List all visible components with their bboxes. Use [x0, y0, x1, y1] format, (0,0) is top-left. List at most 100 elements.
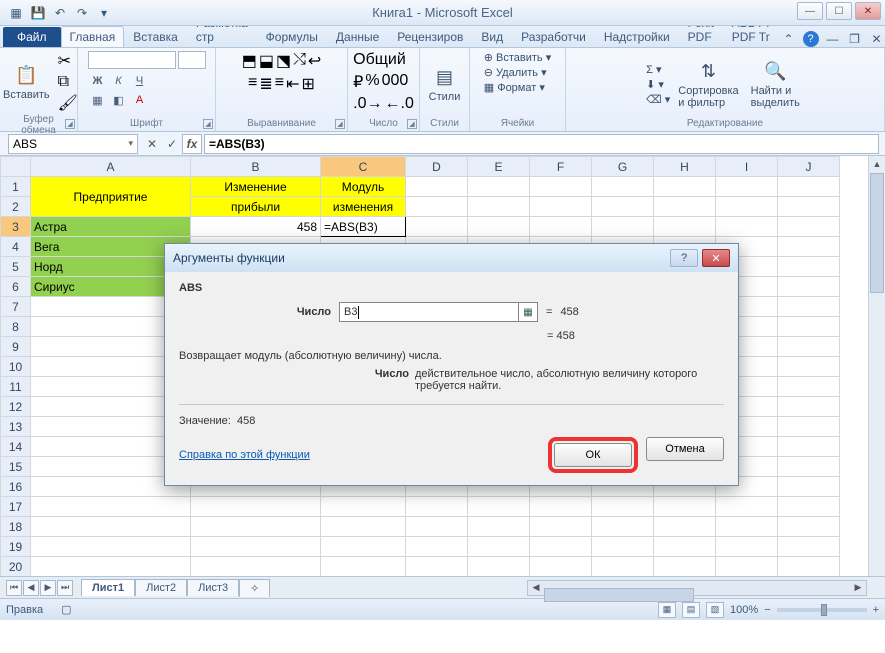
sort-filter-button[interactable]: ⇅Сортировка и фильтр [674, 57, 742, 111]
font-color-icon[interactable]: A [130, 91, 150, 109]
file-tab[interactable]: Файл [3, 27, 61, 47]
close-button[interactable]: ✕ [855, 2, 881, 20]
sheet-tab-3[interactable]: Лист3 [187, 579, 239, 596]
workbook-minimize-icon[interactable]: — [825, 31, 841, 47]
cell[interactable] [530, 217, 592, 237]
autosum-icon[interactable]: Σ ▾ [646, 63, 670, 76]
select-all-corner[interactable] [1, 157, 31, 177]
col-header-E[interactable]: E [468, 157, 530, 177]
clear-icon[interactable]: ⌫ ▾ [646, 93, 670, 106]
cell[interactable] [778, 497, 840, 517]
cell[interactable] [654, 177, 716, 197]
tab-developer[interactable]: Разработчи [512, 26, 595, 47]
cell[interactable] [716, 557, 778, 577]
row-header-10[interactable]: 10 [1, 357, 31, 377]
minimize-ribbon-icon[interactable]: ⌃ [781, 31, 797, 47]
font-family-select[interactable] [88, 51, 176, 69]
number-format-select[interactable]: Общий [353, 51, 413, 69]
number-launcher-icon[interactable]: ◢ [407, 119, 417, 129]
row-header-5[interactable]: 5 [1, 257, 31, 277]
sheet-tab-1[interactable]: Лист1 [81, 579, 135, 596]
cell[interactable] [654, 217, 716, 237]
cell[interactable] [778, 537, 840, 557]
tab-formulas[interactable]: Формулы [257, 26, 327, 47]
indent-dec-icon[interactable]: ⇤ [286, 74, 299, 94]
align-middle-icon[interactable]: ⬓ [259, 51, 274, 71]
currency-icon[interactable]: ₽ [353, 72, 363, 92]
cell[interactable] [778, 377, 840, 397]
cell[interactable] [468, 557, 530, 577]
underline-icon[interactable]: Ч [130, 72, 150, 90]
cells-insert-button[interactable]: ⊕ Вставить ▾ [484, 51, 552, 64]
col-header-F[interactable]: F [530, 157, 592, 177]
col-header-B[interactable]: B [191, 157, 321, 177]
align-top-icon[interactable]: ⬒ [242, 51, 257, 71]
row-header-7[interactable]: 7 [1, 297, 31, 317]
cell[interactable] [321, 497, 406, 517]
cancel-button[interactable]: Отмена [646, 437, 724, 461]
cell[interactable] [530, 497, 592, 517]
sheet-nav-first-icon[interactable]: ⏮ [6, 580, 22, 596]
cell[interactable] [778, 437, 840, 457]
merge-icon[interactable]: ⊞ [302, 74, 315, 94]
clipboard-launcher-icon[interactable]: ◢ [65, 119, 75, 129]
cell[interactable] [654, 537, 716, 557]
cell[interactable] [716, 197, 778, 217]
format-painter-icon[interactable]: 🖌 [58, 93, 78, 113]
cell[interactable] [406, 537, 468, 557]
header-profit-1[interactable]: Изменение [191, 177, 321, 197]
tab-review[interactable]: Рецензиров [388, 26, 472, 47]
cell[interactable] [716, 177, 778, 197]
save-icon[interactable]: 💾 [28, 3, 48, 23]
cell[interactable] [778, 297, 840, 317]
cell[interactable] [406, 197, 468, 217]
percent-icon[interactable]: % [365, 72, 379, 92]
cell[interactable] [191, 537, 321, 557]
row-header-1[interactable]: 1 [1, 177, 31, 197]
cell[interactable] [406, 557, 468, 577]
cell[interactable] [468, 197, 530, 217]
cell[interactable] [468, 217, 530, 237]
cell[interactable] [778, 177, 840, 197]
decimal-dec-icon[interactable]: ←.0 [385, 95, 414, 113]
row-header-14[interactable]: 14 [1, 437, 31, 457]
dialog-titlebar[interactable]: Аргументы функции ? ✕ [165, 244, 738, 272]
accept-formula-icon[interactable]: ✓ [162, 134, 182, 154]
scroll-right-icon[interactable]: ▶ [850, 581, 866, 595]
row-header-11[interactable]: 11 [1, 377, 31, 397]
cell-A3[interactable]: Астра [31, 217, 191, 237]
align-bottom-icon[interactable]: ⬔ [276, 51, 291, 71]
cell[interactable] [530, 557, 592, 577]
sheet-tab-2[interactable]: Лист2 [135, 579, 187, 596]
cell[interactable] [778, 457, 840, 477]
align-launcher-icon[interactable]: ◢ [335, 119, 345, 129]
row-header-2[interactable]: 2 [1, 197, 31, 217]
row-header-20[interactable]: 20 [1, 557, 31, 577]
row-header-4[interactable]: 4 [1, 237, 31, 257]
hscroll-thumb[interactable] [544, 588, 694, 602]
zoom-level[interactable]: 100% [730, 604, 758, 616]
tab-home[interactable]: Главная [61, 26, 125, 47]
row-header-6[interactable]: 6 [1, 277, 31, 297]
col-header-D[interactable]: D [406, 157, 468, 177]
col-header-H[interactable]: H [654, 157, 716, 177]
sheet-nav-next-icon[interactable]: ▶ [40, 580, 56, 596]
cells-delete-button[interactable]: ⊖ Удалить ▾ [484, 66, 547, 79]
col-header-A[interactable]: A [31, 157, 191, 177]
italic-icon[interactable]: К [109, 72, 129, 90]
cell[interactable] [778, 337, 840, 357]
cell[interactable] [778, 237, 840, 257]
name-box[interactable]: ABS▾ [8, 134, 138, 154]
header-enterprise[interactable]: Предприятие [31, 177, 191, 217]
dialog-help-icon[interactable]: ? [670, 249, 698, 267]
cell[interactable] [778, 557, 840, 577]
cut-icon[interactable]: ✂ [58, 51, 78, 71]
fill-color-icon[interactable]: ◧ [109, 91, 129, 109]
cell[interactable] [468, 517, 530, 537]
row-header-9[interactable]: 9 [1, 337, 31, 357]
row-header-17[interactable]: 17 [1, 497, 31, 517]
cell[interactable] [191, 497, 321, 517]
cell[interactable] [406, 217, 468, 237]
cell[interactable] [530, 517, 592, 537]
cell[interactable] [654, 497, 716, 517]
